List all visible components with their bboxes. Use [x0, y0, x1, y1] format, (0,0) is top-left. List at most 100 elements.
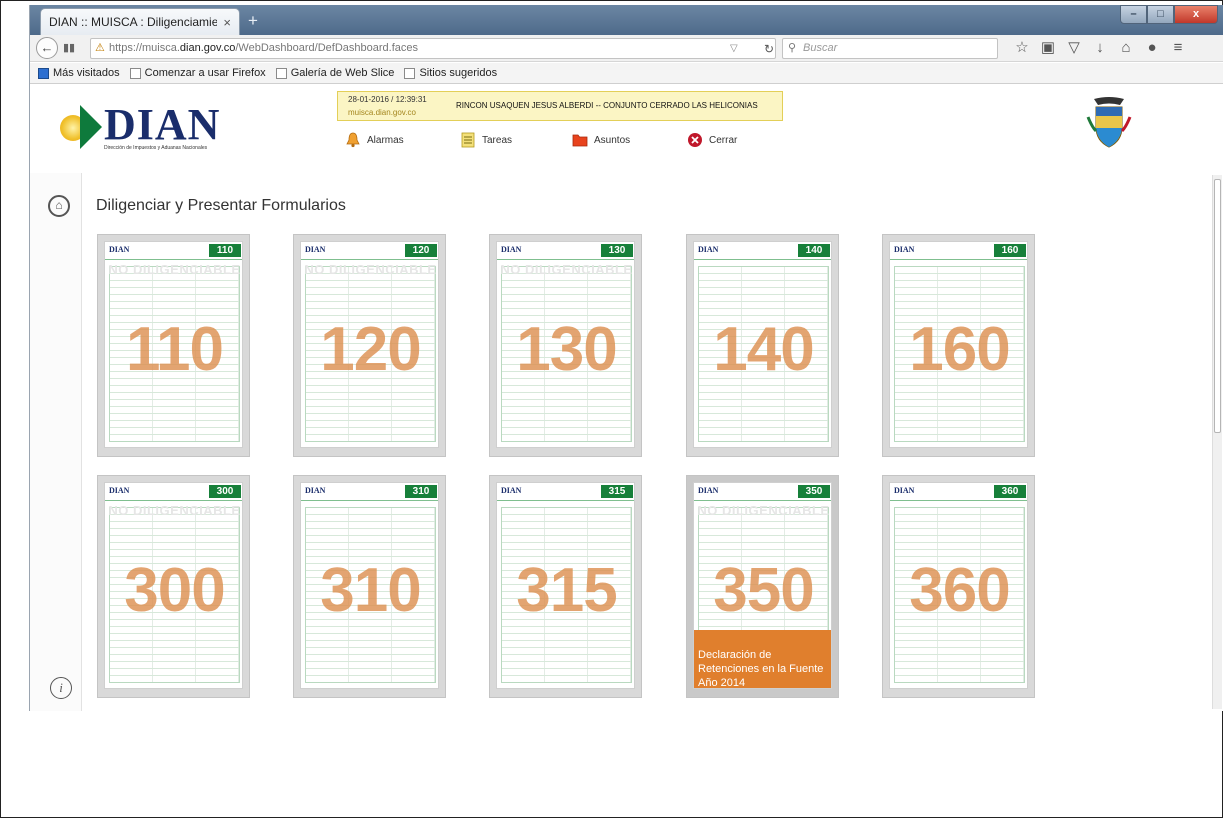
maximize-button[interactable]: □ — [1147, 5, 1174, 24]
mini-dian-logo: DIAN — [894, 245, 915, 254]
mini-dian-logo: DIAN — [109, 486, 130, 495]
form-card-350[interactable]: DIAN 350 NO DILIGENCIABLE 350 Declaración de… — [686, 475, 839, 698]
tab-close-icon[interactable]: × — [223, 15, 231, 30]
form-number-badge: 315 — [601, 485, 633, 498]
menu-alarmas[interactable]: Alarmas — [345, 132, 404, 148]
url-bar[interactable]: ⚠ https://muisca.dian.gov.co/WebDashboar… — [90, 38, 776, 59]
bookmark-get-started[interactable]: Comenzar a usar Firefox — [129, 67, 266, 79]
back-arrow-icon[interactable]: ← — [36, 37, 58, 59]
bookmark-suggested-sites[interactable]: Sitios sugeridos — [404, 67, 497, 79]
form-card-120[interactable]: DIAN 120 NO DILIGENCIABLE 120 — [293, 234, 446, 457]
form-code: 300 — [124, 556, 225, 625]
bookmark-most-visited[interactable]: Más visitados — [38, 67, 120, 79]
form-header: DIAN 130 — [497, 242, 634, 260]
bookmark-label: Más visitados — [53, 67, 120, 79]
mini-dian-logo: DIAN — [894, 486, 915, 495]
form-card-315[interactable]: DIAN 315 315 — [489, 475, 642, 698]
bookmark-star-icon[interactable]: ☆ — [1012, 38, 1032, 58]
menu-tareas-label: Tareas — [482, 134, 513, 146]
form-code: 160 — [909, 315, 1010, 384]
logo-arrow-icon — [80, 105, 102, 149]
form-thumbnail: DIAN 300 NO DILIGENCIABLE 300 — [104, 482, 243, 689]
page-icon — [129, 67, 141, 79]
reload-icon[interactable]: ↻ — [764, 42, 774, 56]
menu-cerrar[interactable]: Cerrar — [687, 132, 737, 148]
form-thumbnail: DIAN 360 360 — [889, 482, 1028, 689]
pocket-icon[interactable]: ▽ — [1064, 38, 1084, 58]
form-card-110[interactable]: DIAN 110 NO DILIGENCIABLE 110 — [97, 234, 250, 457]
tasks-icon — [461, 132, 475, 148]
form-card-160[interactable]: DIAN 160 160 — [882, 234, 1035, 457]
scrollbar-thumb[interactable] — [1214, 179, 1221, 433]
form-card-360[interactable]: DIAN 360 360 — [882, 475, 1035, 698]
form-code: 130 — [516, 315, 617, 384]
form-number-badge: 160 — [994, 244, 1026, 257]
mini-dian-logo: DIAN — [501, 486, 522, 495]
form-header: DIAN 140 — [694, 242, 831, 260]
form-card-310[interactable]: DIAN 310 310 — [293, 475, 446, 698]
mini-dian-logo: DIAN — [698, 486, 719, 495]
form-card-130[interactable]: DIAN 130 NO DILIGENCIABLE 130 — [489, 234, 642, 457]
form-number-badge: 110 — [209, 244, 241, 257]
form-number-badge: 350 — [798, 485, 830, 498]
home-icon[interactable]: ⌂ — [1116, 38, 1136, 58]
minimize-button[interactable]: – — [1120, 5, 1147, 24]
form-thumbnail: DIAN 160 160 — [889, 241, 1028, 448]
reading-list-icon[interactable]: ▣ — [1038, 38, 1058, 58]
form-header: DIAN 110 — [105, 242, 242, 260]
form-code: 315 — [516, 556, 617, 625]
bookmark-folder-icon — [38, 67, 49, 79]
form-header: DIAN 300 — [105, 483, 242, 501]
menu-asuntos-label: Asuntos — [594, 134, 631, 146]
session-info-box: 28-01-2016 / 12:39:31 muisca.dian.gov.co… — [337, 91, 783, 121]
download-icon[interactable]: ↓ — [1090, 38, 1110, 58]
search-input[interactable]: ⚲ Buscar — [782, 38, 998, 59]
form-code: 140 — [713, 315, 814, 384]
search-placeholder: Buscar — [803, 42, 838, 54]
bookmark-label: Comenzar a usar Firefox — [144, 67, 266, 79]
session-datetime: 28-01-2016 / 12:39:31 — [348, 95, 427, 104]
window-controls: – □ x — [1120, 5, 1218, 24]
left-sidebar: ⌂ i — [30, 173, 82, 711]
home-icon[interactable]: ⌂ — [48, 195, 70, 217]
page-icon — [275, 67, 287, 79]
form-thumbnail: DIAN 110 NO DILIGENCIABLE 110 — [104, 241, 243, 448]
menu-cerrar-label: Cerrar — [709, 134, 738, 146]
logo-wordmark: DIAN — [104, 100, 221, 149]
form-number-badge: 310 — [405, 485, 437, 498]
form-card-140[interactable]: DIAN 140 140 — [686, 234, 839, 457]
url-prefix: https://muisca. — [109, 42, 180, 54]
form-code: 350 — [713, 556, 814, 625]
form-code: 310 — [320, 556, 421, 625]
form-header: DIAN 315 — [497, 483, 634, 501]
bookmark-web-slice[interactable]: Galería de Web Slice — [275, 67, 395, 79]
form-number-badge: 140 — [798, 244, 830, 257]
chat-icon[interactable]: ● — [1142, 38, 1162, 58]
navigation-bar: ← ▮▮ ⚠ https://muisca.dian.gov.co/WebDas… — [30, 35, 1223, 62]
logo-subtitle: Dirección de Impuestos y Aduanas Naciona… — [104, 145, 208, 151]
dropdown-chevron-icon[interactable]: ▽ — [730, 43, 738, 54]
new-tab-button[interactable]: + — [248, 11, 258, 31]
menu-tareas[interactable]: Tareas — [460, 132, 512, 148]
close-window-button[interactable]: x — [1174, 5, 1218, 24]
browser-tab[interactable]: DIAN :: MUISCA : Diligenciamie... × — [40, 8, 240, 35]
bell-icon — [346, 132, 360, 148]
warning-lock-icon[interactable]: ⚠ — [95, 39, 105, 58]
info-icon[interactable]: i — [50, 677, 72, 699]
tab-title: DIAN :: MUISCA : Diligenciamie... — [49, 15, 218, 29]
bookmark-label: Galería de Web Slice — [290, 67, 395, 79]
menu-alarmas-label: Alarmas — [367, 134, 404, 146]
form-thumbnail: DIAN 310 310 — [300, 482, 439, 689]
page-icon — [404, 67, 416, 79]
dian-logo[interactable]: DIAN Dirección de Impuestos y Aduanas Na… — [60, 100, 240, 155]
form-watermark: NO DILIGENCIABLE — [697, 503, 830, 518]
menu-icon[interactable]: ≡ — [1168, 38, 1188, 58]
search-icon: ⚲ — [788, 42, 797, 54]
mini-dian-logo: DIAN — [305, 245, 326, 254]
page-info-icon[interactable]: ▮▮ — [63, 41, 75, 54]
vertical-scrollbar[interactable] — [1212, 175, 1222, 709]
menu-asuntos[interactable]: Asuntos — [572, 132, 630, 148]
form-card-300[interactable]: DIAN 300 NO DILIGENCIABLE 300 — [97, 475, 250, 698]
browser-window: DIAN :: MUISCA : Diligenciamie... × + – … — [29, 5, 1223, 711]
form-watermark: NO DILIGENCIABLE — [304, 262, 437, 277]
